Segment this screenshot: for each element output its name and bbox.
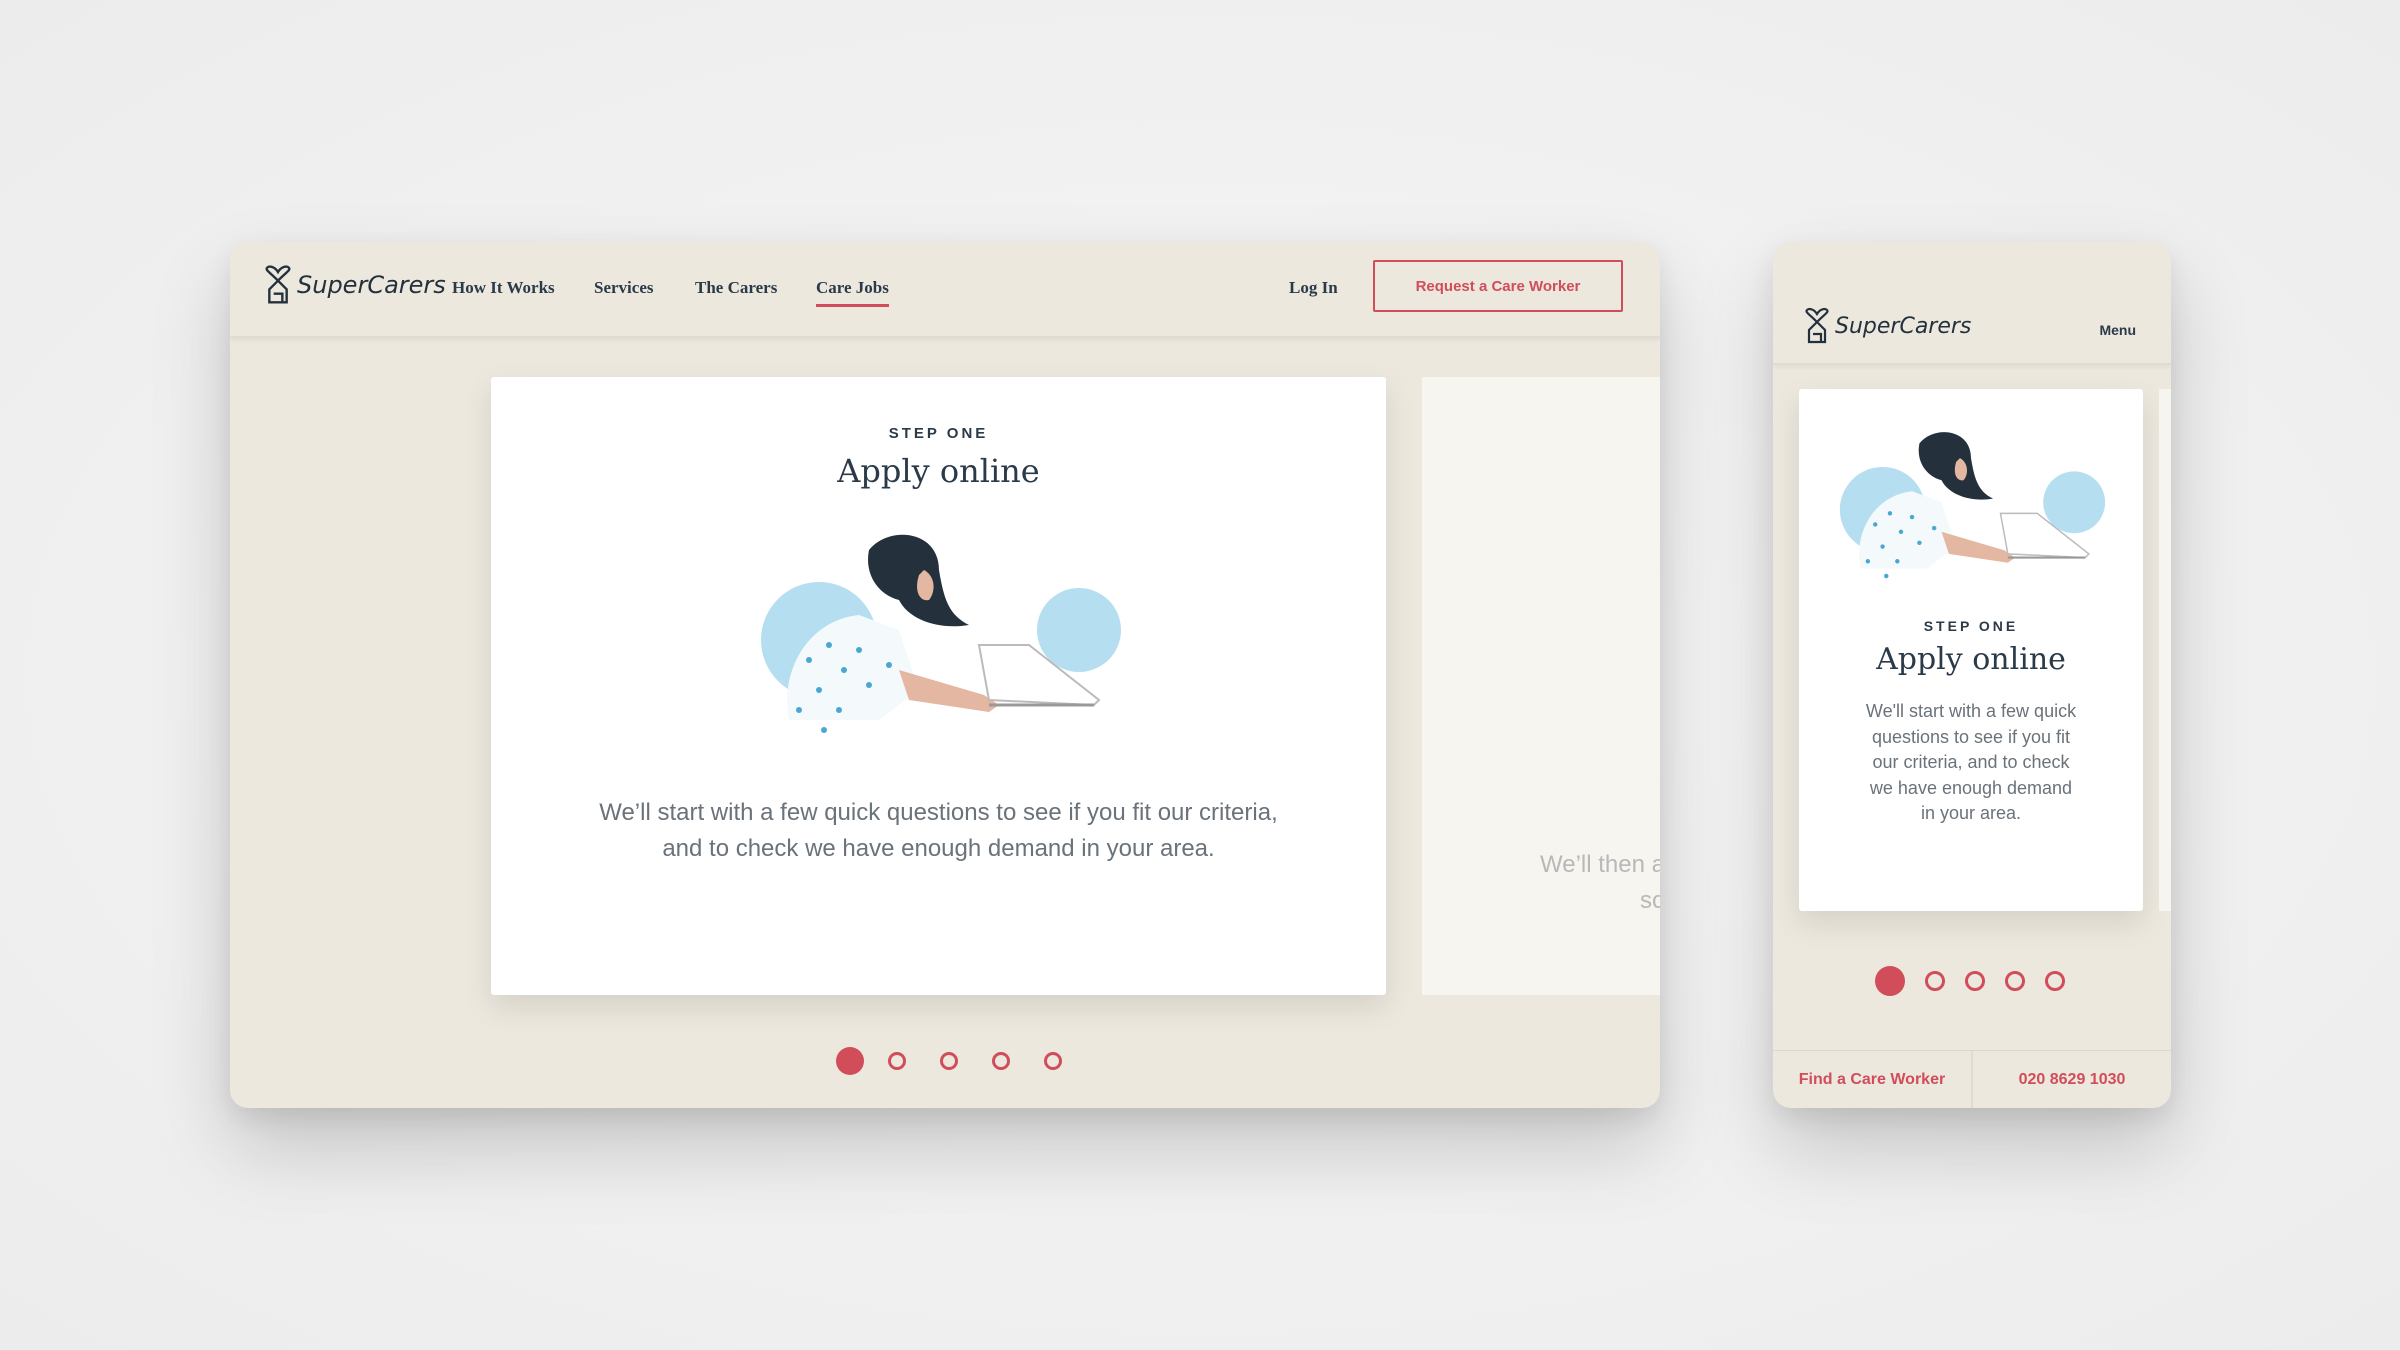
mobile-header: SuperCarers Menu xyxy=(1773,242,2171,364)
mobile-footer: Find a Care Worker 020 8629 1030 xyxy=(1773,1050,2171,1108)
next-step-card[interactable]: We’ll then a sc xyxy=(1422,377,1660,995)
step-title: Apply online xyxy=(1876,642,2066,677)
woman-laptop-illustration xyxy=(749,520,1129,750)
request-care-worker-button[interactable]: Request a Care Worker xyxy=(1373,260,1623,312)
next-step-card[interactable] xyxy=(2159,389,2171,911)
desktop-mockup: SuperCarers How It Works Services The Ca… xyxy=(230,242,1660,1108)
nav-care-jobs[interactable]: Care Jobs xyxy=(816,278,889,307)
phone-link[interactable]: 020 8629 1030 xyxy=(1973,1051,2171,1108)
mobile-logo[interactable]: SuperCarers xyxy=(1805,306,1971,346)
carousel-dots xyxy=(836,1047,1062,1075)
mobile-mockup: SuperCarers Menu STEP ONE Apply online W… xyxy=(1773,242,2171,1108)
carousel-dot-1[interactable] xyxy=(836,1047,864,1075)
nav-the-carers[interactable]: The Carers xyxy=(695,278,777,298)
nav-services[interactable]: Services xyxy=(594,278,653,298)
login-link[interactable]: Log In xyxy=(1289,278,1338,298)
carousel-dot-5[interactable] xyxy=(1044,1052,1062,1070)
step-description: We'll start with a few quick questions t… xyxy=(1865,701,2077,824)
carousel-dot-1[interactable] xyxy=(1875,966,1905,996)
step-label: STEP ONE xyxy=(1923,618,2019,634)
logo[interactable]: SuperCarers xyxy=(265,264,446,306)
step-label: STEP ONE xyxy=(888,425,989,442)
heart-logo-icon xyxy=(1805,306,1829,346)
nav-how-it-works[interactable]: How It Works xyxy=(452,278,555,298)
carousel-dot-4[interactable] xyxy=(2005,971,2025,991)
heart-logo-icon xyxy=(265,264,291,306)
carousel-dot-2[interactable] xyxy=(1925,971,1945,991)
step-card: STEP ONE Apply online We’ll start with a… xyxy=(491,377,1386,995)
find-care-worker-link[interactable]: Find a Care Worker xyxy=(1773,1051,1973,1108)
carousel-dot-4[interactable] xyxy=(992,1052,1010,1070)
mobile-step-card: STEP ONE Apply online We'll start with a… xyxy=(1799,389,2143,911)
step-title: Apply online xyxy=(837,452,1040,490)
carousel-dot-3[interactable] xyxy=(1965,971,1985,991)
carousel-dot-5[interactable] xyxy=(2045,971,2065,991)
woman-laptop-illustration xyxy=(1831,421,2111,591)
step-description: We’ll start with a few quick questions t… xyxy=(599,799,1278,862)
carousel-dot-3[interactable] xyxy=(940,1052,958,1070)
carousel-dot-2[interactable] xyxy=(888,1052,906,1070)
menu-button[interactable]: Menu xyxy=(2099,322,2136,338)
mobile-carousel-dots xyxy=(1875,966,2065,996)
header: SuperCarers How It Works Services The Ca… xyxy=(230,242,1660,337)
